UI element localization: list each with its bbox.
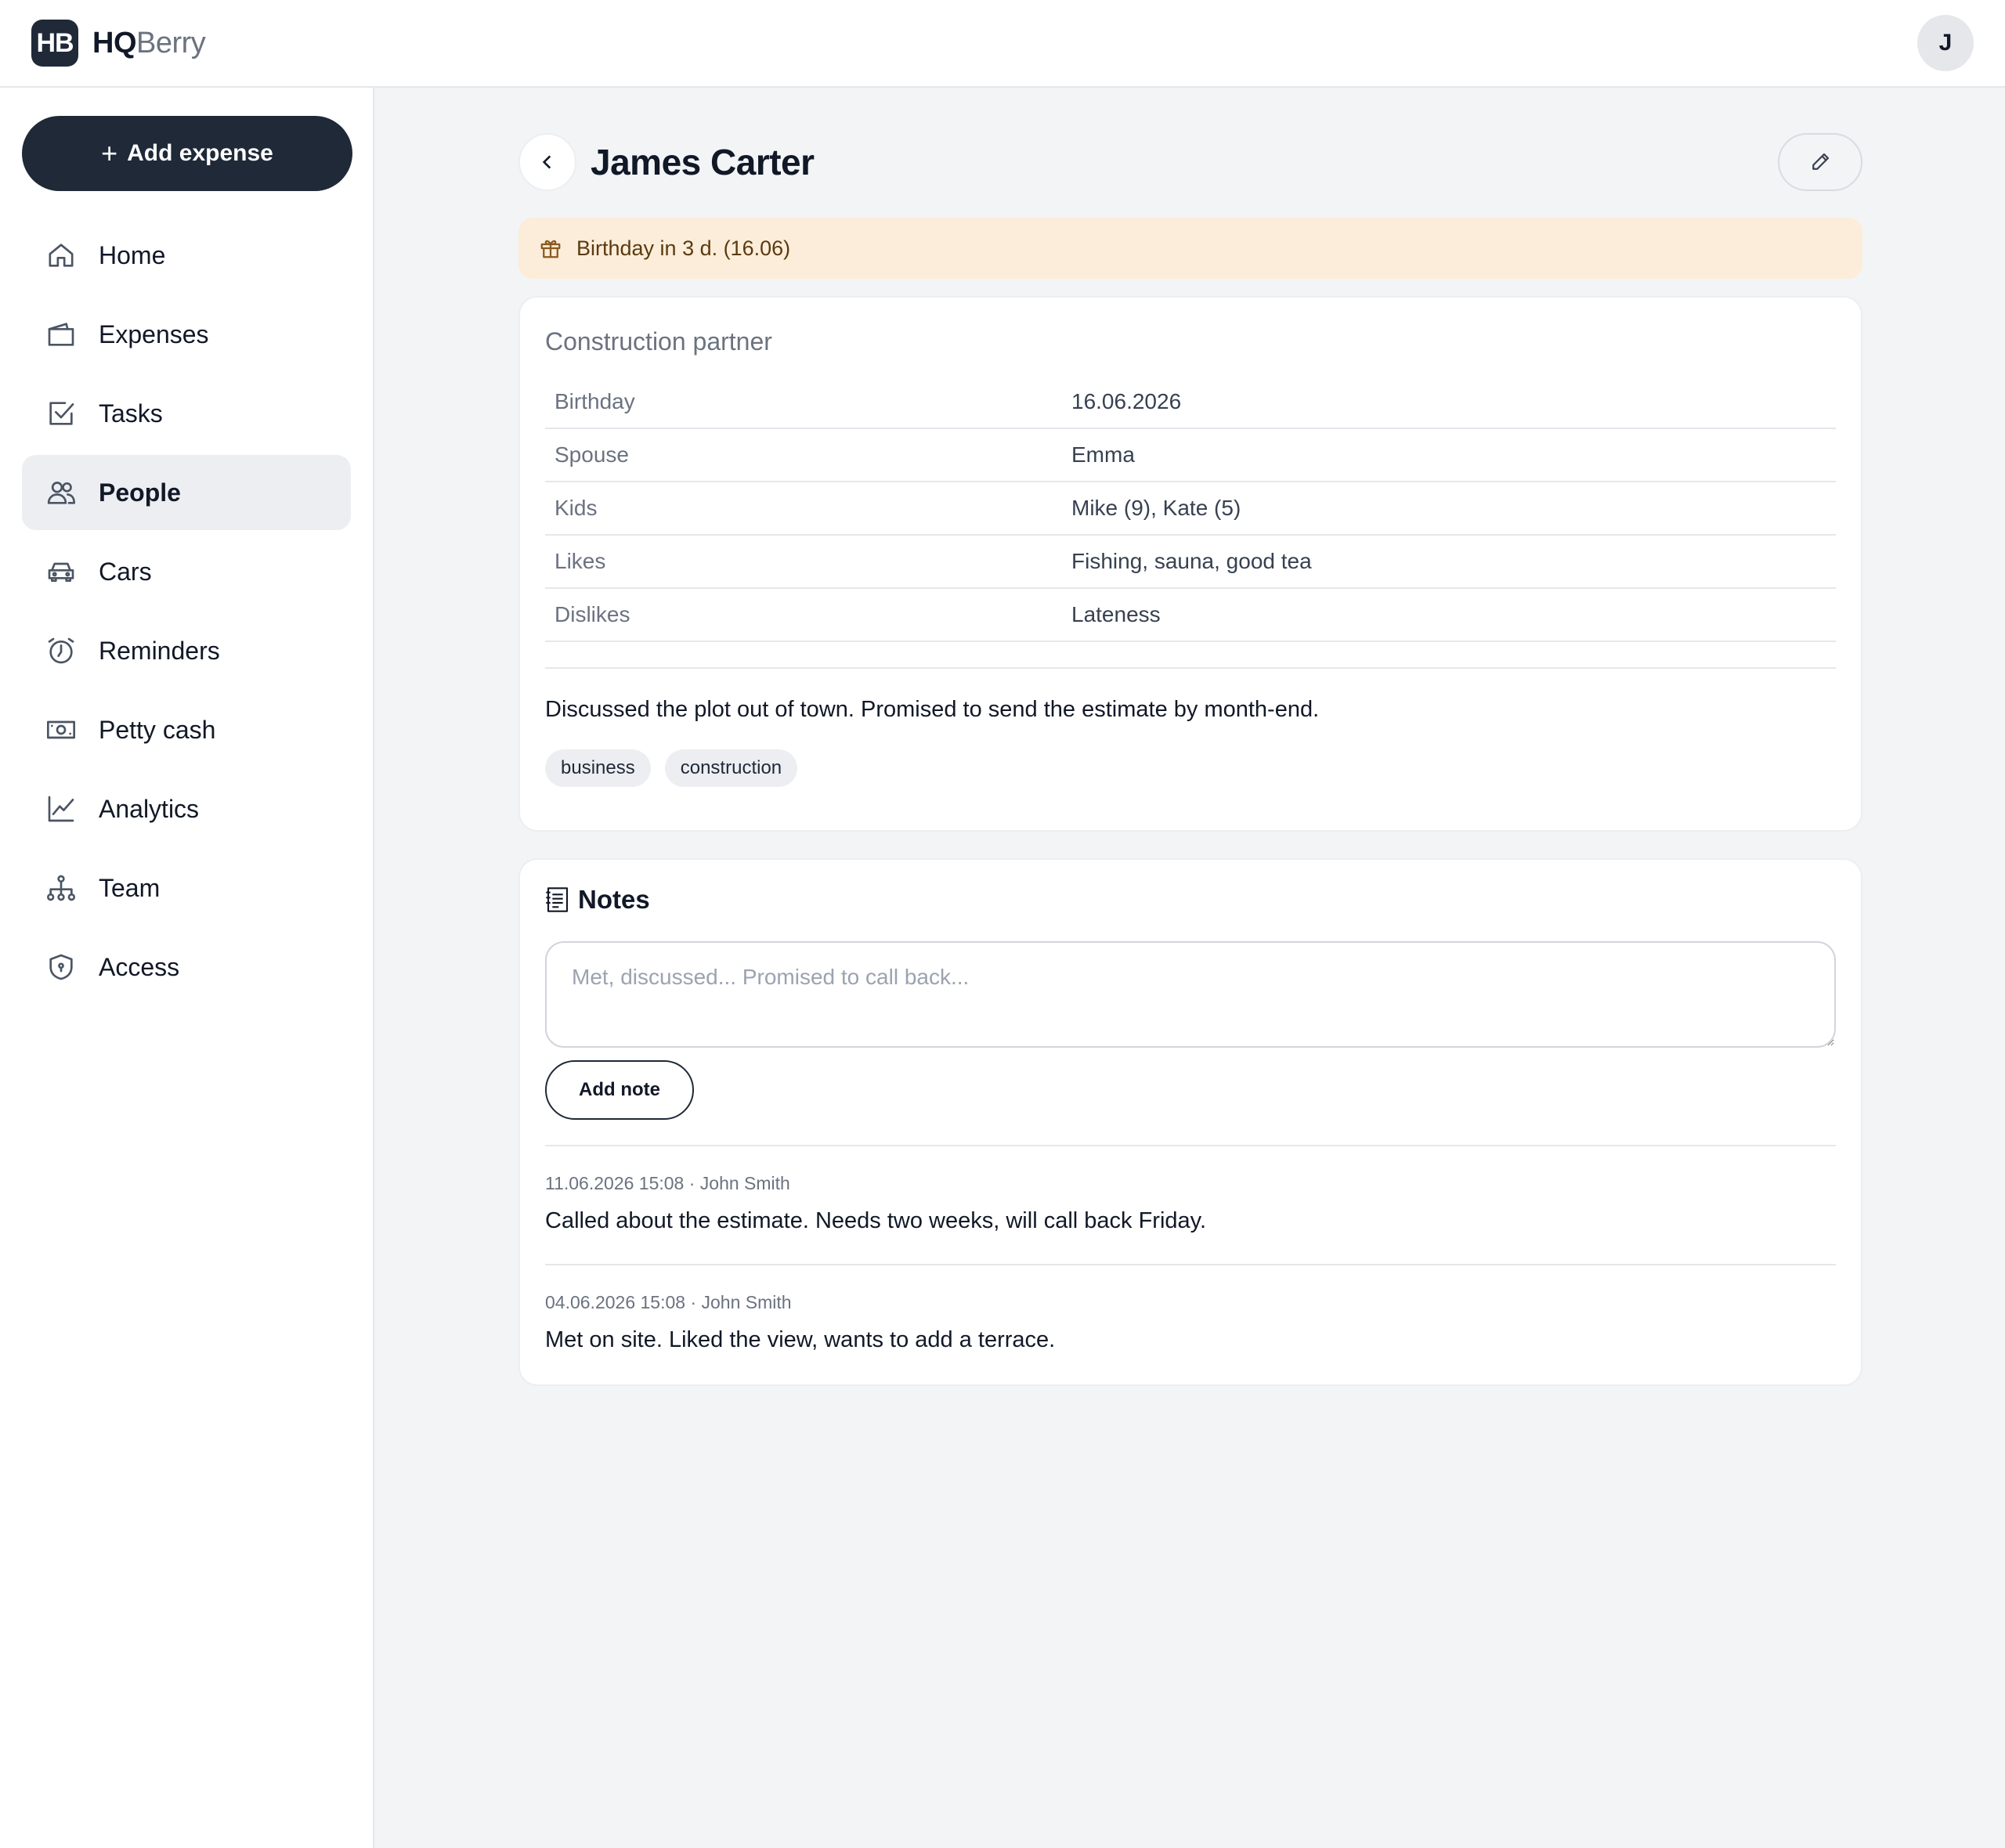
detail-label: Kids (545, 482, 1062, 536)
sidebar-item-expenses[interactable]: Expenses (22, 297, 351, 372)
wallet-icon (45, 319, 77, 350)
divider (545, 667, 1836, 669)
note-entry: 04.06.2026 15:08 · John Smith Met on sit… (545, 1264, 1836, 1383)
home-icon (45, 240, 77, 271)
brand-logo: HB (31, 20, 78, 67)
brand-name-light: Berry (136, 26, 206, 60)
sidebar-item-label: Tasks (99, 399, 163, 428)
brand-name-bold: HQ (92, 26, 137, 60)
note-input[interactable] (545, 941, 1836, 1048)
tag[interactable]: construction (664, 749, 798, 787)
detail-value: 16.06.2026 (1062, 375, 1836, 429)
tag[interactable]: business (545, 749, 651, 787)
sidebar-item-tasks[interactable]: Tasks (22, 376, 351, 451)
sidebar-item-team[interactable]: Team (22, 850, 351, 926)
main-content: James Carter Birthday in 3 d. (16.06) Co… (518, 133, 1862, 1386)
sidebar-item-people[interactable]: People (22, 455, 351, 530)
chevron-left-icon (542, 155, 551, 169)
sidebar-item-label: Team (99, 873, 161, 902)
add-expense-button[interactable]: + Add expense (22, 116, 352, 191)
notes-card: Notes Add note 11.06.2026 15:08 · John S… (518, 858, 1862, 1386)
birthday-banner-text: Birthday in 3 d. (16.06) (576, 236, 791, 260)
cash-icon (45, 714, 77, 745)
brand-name: HQBerry (92, 26, 206, 60)
sidebar-item-label: Expenses (99, 319, 209, 348)
detail-label: Birthday (545, 375, 1062, 429)
table-row: Likes Fishing, sauna, good tea (545, 535, 1836, 589)
sidebar-item-label: Reminders (99, 636, 220, 665)
sidebar-item-label: Analytics (99, 794, 200, 823)
notebook-icon (546, 887, 569, 912)
table-row: Dislikes Lateness (545, 588, 1836, 642)
people-icon (45, 477, 77, 508)
sidebar-item-label: Cars (99, 557, 152, 586)
gift-icon (540, 240, 561, 258)
note-meta: 04.06.2026 15:08 · John Smith (545, 1292, 792, 1312)
add-note-button[interactable]: Add note (545, 1060, 694, 1120)
detail-label: Dislikes (545, 588, 1062, 642)
table-row: Spouse Emma (545, 428, 1836, 482)
alarm-clock-icon (45, 635, 77, 666)
tag-list: business construction (545, 749, 1836, 787)
add-expense-label: Add expense (127, 140, 273, 166)
plus-icon: + (101, 137, 118, 169)
shield-icon (45, 951, 77, 983)
table-row: Kids Mike (9), Kate (5) (545, 482, 1836, 536)
sidebar-item-label: People (99, 478, 181, 507)
detail-label: Spouse (545, 428, 1062, 482)
user-avatar[interactable]: J (1917, 15, 1974, 71)
detail-value: Lateness (1062, 588, 1836, 642)
sidebar-item-label: Petty cash (99, 715, 216, 744)
top-bar: HB HQBerry J (0, 0, 2005, 88)
sidebar-item-analytics[interactable]: Analytics (22, 771, 351, 846)
detail-label: Likes (545, 535, 1062, 589)
sidebar-item-cars[interactable]: Cars (22, 534, 351, 609)
pencil-icon (1812, 153, 1830, 170)
chart-line-icon (45, 793, 77, 825)
person-description: Discussed the plot out of town. Promised… (545, 697, 1320, 722)
sidebar-item-reminders[interactable]: Reminders (22, 613, 351, 688)
sidebar-item-access[interactable]: Access (22, 929, 351, 1005)
note-text: Called about the estimate. Needs two wee… (545, 1208, 1207, 1233)
birthday-banner: Birthday in 3 d. (16.06) (518, 218, 1862, 279)
org-chart-icon (45, 872, 77, 904)
notes-header: Notes (545, 885, 1836, 915)
sidebar-item-petty-cash[interactable]: Petty cash (22, 692, 351, 767)
sidebar: + Add expense Home Expenses Tasks People… (0, 88, 374, 1848)
sidebar-item-label: Home (99, 240, 166, 269)
notes-title: Notes (578, 885, 650, 914)
note-text: Met on site. Liked the view, wants to ad… (545, 1327, 1056, 1352)
detail-value: Mike (9), Kate (5) (1062, 482, 1836, 536)
back-button[interactable] (518, 133, 576, 191)
sidebar-item-label: Access (99, 952, 180, 981)
sidebar-item-home[interactable]: Home (22, 218, 351, 293)
note-meta: 11.06.2026 15:08 · John Smith (545, 1173, 790, 1193)
edit-button[interactable] (1778, 133, 1862, 191)
page-title: James Carter (591, 142, 815, 182)
table-row: Birthday 16.06.2026 (545, 375, 1836, 429)
details-table: Birthday 16.06.2026 Spouse Emma Kids Mik… (545, 375, 1836, 642)
detail-value: Fishing, sauna, good tea (1062, 535, 1836, 589)
person-role: Construction partner (545, 327, 772, 356)
note-entry: 11.06.2026 15:08 · John Smith Called abo… (545, 1145, 1836, 1264)
page-header: James Carter (518, 133, 1862, 191)
brand[interactable]: HB HQBerry (31, 20, 206, 67)
profile-card: Construction partner Birthday 16.06.2026… (518, 296, 1862, 832)
car-icon (45, 556, 77, 587)
checkbox-icon (45, 398, 77, 429)
detail-value: Emma (1062, 428, 1836, 482)
